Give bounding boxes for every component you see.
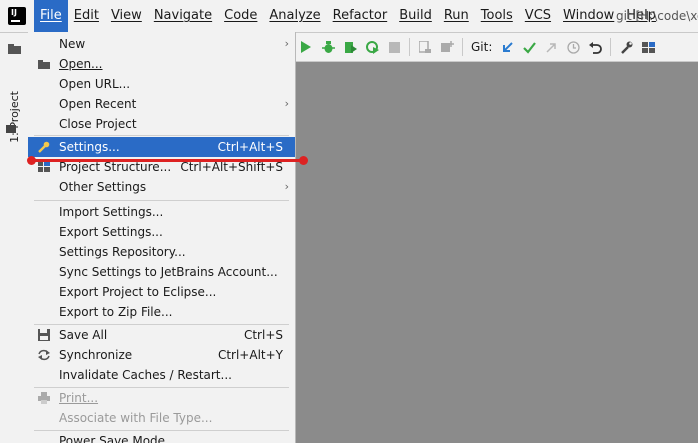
menu-run[interactable]: Run [438, 0, 475, 32]
menu-tools[interactable]: Tools [475, 0, 519, 32]
annotation-underline [31, 159, 303, 162]
toolbar: Git: [295, 33, 698, 62]
menu-item-import-settings[interactable]: Import Settings... [28, 202, 295, 222]
menu-vcs[interactable]: VCS [519, 0, 557, 32]
menu-item-label: Associate with File Type... [59, 411, 213, 425]
menu-file[interactable]: File [34, 0, 68, 32]
menu-item-label: Power Save Mode [59, 434, 166, 443]
menu-bar: IJ File Edit View Navigate Code Analyze … [0, 0, 698, 33]
menu-navigate[interactable]: Navigate [148, 0, 218, 32]
run-icon[interactable] [299, 40, 313, 54]
menu-item-label: Settings... [59, 140, 120, 154]
window-title: git [H:\code\xo [616, 9, 698, 23]
gradle-icon[interactable] [440, 40, 454, 54]
toolbar-separator [610, 38, 612, 56]
menu-item-label: Open URL... [59, 77, 131, 91]
wrench-icon [37, 140, 51, 154]
menu-item-label: Open... [59, 57, 103, 71]
git-push-icon[interactable] [544, 40, 558, 54]
menu-item-settings[interactable]: Settings... Ctrl+Alt+S [28, 137, 295, 157]
menu-item-label: Import Settings... [59, 205, 164, 219]
submenu-arrow-icon: › [284, 97, 289, 110]
menu-item-label: Synchronize [59, 348, 133, 362]
menu-view[interactable]: View [105, 0, 148, 32]
settings-wrench-icon[interactable] [619, 40, 633, 54]
annotation-dot-right [299, 156, 308, 165]
debug-icon[interactable] [321, 40, 335, 54]
stop-icon[interactable] [387, 40, 401, 54]
run-coverage-icon[interactable] [343, 40, 357, 54]
git-update-icon[interactable] [500, 40, 514, 54]
menu-item-synchronize[interactable]: Synchronize Ctrl+Alt+Y [28, 345, 295, 365]
project-tab-label: 1: Project [8, 91, 21, 143]
menu-separator [34, 200, 289, 201]
menu-item-label: Open Recent [59, 97, 137, 111]
rollback-icon[interactable] [588, 40, 602, 54]
project-tool-tab[interactable]: 1: Project [3, 91, 25, 151]
open-folder-icon [37, 57, 51, 71]
file-menu-dropdown: New › Open... Open URL... Open Recent › … [28, 32, 296, 443]
history-icon[interactable] [566, 40, 580, 54]
menu-item-label: Print... [59, 391, 99, 405]
menu-analyze[interactable]: Analyze [263, 0, 326, 32]
project-tab-icon [6, 125, 16, 133]
menu-item-shortcut: Ctrl+Alt+S [217, 140, 283, 154]
menu-item-new[interactable]: New › [28, 34, 295, 54]
menu-window[interactable]: Window [557, 0, 620, 32]
menu-item-export-zip[interactable]: Export to Zip File... [28, 302, 295, 322]
menu-item-label: Close Project [59, 117, 137, 131]
menu-item-label: Export to Zip File... [59, 305, 173, 319]
profile-icon[interactable] [365, 40, 379, 54]
menu-item-export-eclipse[interactable]: Export Project to Eclipse... [28, 282, 295, 302]
menu-item-label: Other Settings [59, 180, 147, 194]
main-menu: File Edit View Navigate Code Analyze Ref… [34, 0, 662, 32]
menu-item-settings-repository[interactable]: Settings Repository... [28, 242, 295, 262]
menu-item-label: Export Project to Eclipse... [59, 285, 217, 299]
git-commit-icon[interactable] [522, 40, 536, 54]
left-tool-strip: 1: Project [0, 33, 29, 443]
sync-icon [37, 348, 51, 362]
toolbar-separator [462, 38, 463, 56]
submenu-arrow-icon: › [284, 180, 289, 193]
annotation-dot-left [27, 156, 36, 165]
menu-item-sync-settings[interactable]: Sync Settings to JetBrains Account... [28, 262, 295, 282]
menu-item-label: Save All [59, 328, 108, 342]
menu-item-label: Sync Settings to JetBrains Account... [59, 265, 278, 279]
git-label: Git: [471, 40, 493, 54]
print-icon [37, 391, 51, 405]
menu-item-open-recent[interactable]: Open Recent › [28, 94, 295, 114]
menu-separator [34, 135, 289, 136]
menu-item-label: New [59, 37, 86, 51]
menu-build[interactable]: Build [393, 0, 438, 32]
menu-item-open[interactable]: Open... [28, 54, 295, 74]
menu-item-invalidate-caches[interactable]: Invalidate Caches / Restart... [28, 365, 295, 385]
menu-edit[interactable]: Edit [68, 0, 105, 32]
menu-item-shortcut: Ctrl+Alt+Y [217, 348, 283, 362]
menu-item-close-project[interactable]: Close Project [28, 114, 295, 134]
toolbar-separator [409, 38, 410, 56]
menu-item-label: Export Settings... [59, 225, 163, 239]
menu-item-export-settings[interactable]: Export Settings... [28, 222, 295, 242]
menu-item-label: Invalidate Caches / Restart... [59, 368, 232, 382]
project-structure-icon[interactable] [641, 40, 655, 54]
project-structure-icon [37, 160, 51, 174]
menu-item-power-save-mode[interactable]: Power Save Mode [28, 431, 295, 443]
menu-code[interactable]: Code [218, 0, 263, 32]
menu-item-open-url[interactable]: Open URL... [28, 74, 295, 94]
menu-item-print[interactable]: Print... [28, 388, 295, 408]
attach-debugger-icon[interactable] [418, 40, 432, 54]
menu-item-label: Settings Repository... [59, 245, 186, 259]
menu-item-save-all[interactable]: Save All Ctrl+S [28, 325, 295, 345]
save-icon [37, 328, 51, 342]
menu-item-shortcut: Ctrl+S [243, 328, 283, 342]
intellij-logo-icon: IJ [8, 7, 26, 25]
menu-item-associate-file-type[interactable]: Associate with File Type... [28, 408, 295, 428]
menu-item-other-settings[interactable]: Other Settings › [28, 177, 295, 197]
submenu-arrow-icon: › [284, 37, 289, 50]
folder-icon[interactable] [8, 43, 21, 54]
menu-refactor[interactable]: Refactor [327, 0, 394, 32]
